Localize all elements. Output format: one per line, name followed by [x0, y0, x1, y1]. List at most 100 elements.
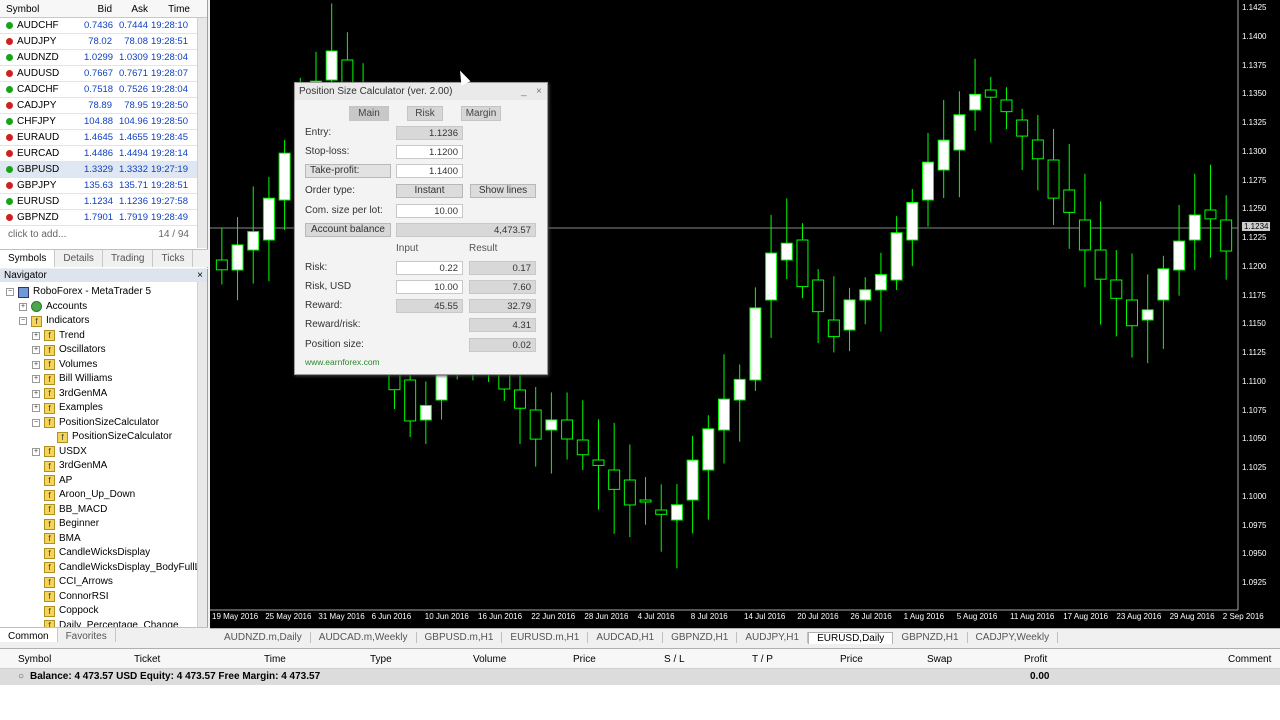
takeprofit-toggle-button[interactable]: Take-profit: [305, 164, 391, 178]
order-type-button[interactable]: Instant [396, 184, 463, 198]
account-balance-button[interactable]: Account balance [305, 223, 391, 237]
psc-tab-main[interactable]: Main [349, 106, 389, 121]
tab-favorites[interactable]: Favorites [58, 628, 116, 642]
navigator-item[interactable]: f Beginner [32, 517, 99, 531]
col-bid-header[interactable]: Bid [84, 0, 112, 17]
chart-tab[interactable]: EURUSD,Daily [808, 631, 894, 644]
col-sl[interactable]: S / L [664, 654, 685, 665]
close-icon[interactable]: × [536, 83, 542, 100]
navigator-item[interactable]: f CCI_Arrows [32, 575, 113, 589]
col-profit[interactable]: Profit [1024, 654, 1047, 665]
account-balance-field[interactable]: 4,473.57 [396, 223, 536, 237]
tab-ticks[interactable]: Ticks [153, 250, 194, 267]
market-watch-row[interactable]: EURUSD 1.1234 1.1236 19:27:58 [0, 194, 207, 210]
market-watch-row[interactable]: AUDCHF 0.7436 0.7444 19:28:10 [0, 18, 207, 34]
expand-icon[interactable]: + [19, 302, 27, 311]
psc-tab-risk[interactable]: Risk [407, 106, 443, 121]
navigator-item[interactable]: + f Oscillators [32, 343, 106, 357]
chart-tab[interactable]: AUDCAD.m,Weekly [311, 632, 417, 643]
col-comment[interactable]: Comment [1228, 654, 1271, 665]
market-watch-scrollbar[interactable] [197, 18, 207, 248]
expand-icon[interactable]: + [32, 389, 40, 398]
market-watch-row[interactable]: GBPNZD 1.7901 1.7919 19:28:49 [0, 210, 207, 226]
collapse-icon[interactable]: − [6, 288, 14, 296]
navigator-item[interactable]: f CandleWicksDisplay_BodyFullLe [32, 561, 206, 575]
navigator-item[interactable]: f Coppock [32, 604, 98, 618]
tab-details[interactable]: Details [55, 250, 103, 267]
market-watch-row[interactable]: GBPUSD 1.3329 1.3332 19:27:19 [0, 162, 207, 178]
navigator-item[interactable]: f BMA [32, 532, 81, 546]
navigator-item[interactable]: + f Examples [32, 401, 103, 415]
navigator-item[interactable]: f AP [32, 474, 72, 488]
col-volume[interactable]: Volume [473, 654, 506, 665]
expand-icon[interactable]: + [32, 404, 40, 412]
chart-tab[interactable]: AUDCAD,H1 [588, 632, 664, 643]
market-watch-row[interactable]: AUDNZD 1.0299 1.0309 19:28:04 [0, 50, 207, 66]
navigator-item[interactable]: − f PositionSizeCalculator [32, 416, 159, 430]
col-symbol[interactable]: Symbol [18, 654, 51, 665]
earnforex-link[interactable]: www.earnforex.com [305, 357, 380, 367]
stoploss-field[interactable]: 1.1200 [396, 145, 463, 159]
market-watch-row[interactable]: GBPJPY 135.63 135.71 19:28:51 [0, 178, 207, 194]
market-watch-row[interactable]: AUDJPY 78.02 78.08 19:28:51 [0, 34, 207, 50]
col-symbol-header[interactable]: Symbol [0, 0, 84, 17]
market-watch-row[interactable]: CHFJPY 104.88 104.96 19:28:50 [0, 114, 207, 130]
add-symbol-link[interactable]: click to add... [8, 229, 66, 240]
tab-symbols[interactable]: Symbols [0, 250, 56, 267]
navigator-item[interactable]: f PositionSizeCalculator [45, 430, 172, 444]
chart-tab[interactable]: AUDJPY,H1 [737, 632, 809, 643]
balance-row[interactable]: ○ Balance: 4 473.57 USD Equity: 4 473.57… [0, 669, 1280, 685]
navigator-item[interactable]: + Accounts [19, 300, 87, 314]
navigator-item[interactable]: f BB_MACD [32, 503, 107, 517]
col-ticket[interactable]: Ticket [134, 654, 160, 665]
chart-tab[interactable]: GBPUSD.m,H1 [417, 632, 503, 643]
risk-input-field[interactable]: 0.22 [396, 261, 463, 275]
col-tp[interactable]: T / P [752, 654, 773, 665]
market-watch-row[interactable]: AUDUSD 0.7667 0.7671 19:28:07 [0, 66, 207, 82]
takeprofit-field[interactable]: 1.1400 [396, 164, 463, 178]
col-swap[interactable]: Swap [927, 654, 952, 665]
entry-field[interactable]: 1.1236 [396, 126, 463, 140]
navigator-item[interactable]: − f Indicators [19, 314, 89, 328]
navigator-item[interactable]: + f USDX [32, 445, 87, 459]
market-watch-row[interactable]: EURCAD 1.4486 1.4494 19:28:14 [0, 146, 207, 162]
collapse-icon[interactable]: − [19, 317, 27, 325]
navigator-item[interactable]: + f Volumes [32, 358, 97, 372]
expand-icon[interactable]: + [32, 360, 40, 369]
chart-tab[interactable]: CADJPY,Weekly [968, 632, 1059, 643]
risk-usd-input-field[interactable]: 10.00 [396, 280, 463, 294]
navigator-item[interactable]: f Aroon_Up_Down [32, 488, 135, 502]
col-ask-header[interactable]: Ask [112, 0, 148, 17]
chart-tab[interactable]: EURUSD.m,H1 [502, 632, 589, 643]
col-time[interactable]: Time [264, 654, 286, 665]
close-icon[interactable]: × [197, 269, 203, 282]
chart-tab[interactable]: AUDNZD.m,Daily [216, 632, 311, 643]
market-watch-row[interactable]: CADCHF 0.7518 0.7526 19:28:04 [0, 82, 207, 98]
navigator-item[interactable]: + f 3rdGenMA [32, 387, 107, 401]
navigator-item[interactable]: f 3rdGenMA [32, 459, 107, 473]
collapse-icon[interactable]: − [32, 418, 40, 427]
col-time-header[interactable]: Time [148, 0, 190, 17]
navigator-item[interactable]: f CandleWicksDisplay [32, 546, 150, 560]
market-watch-row[interactable]: CADJPY 78.89 78.95 19:28:50 [0, 98, 207, 114]
navigator-item[interactable]: f ConnorRSI [32, 590, 108, 604]
col-price[interactable]: Price [573, 654, 596, 665]
expand-icon[interactable]: + [32, 331, 40, 340]
minimize-icon[interactable]: _ [521, 83, 527, 100]
expand-icon[interactable]: + [32, 447, 40, 456]
chart-tab[interactable]: GBPNZD,H1 [893, 632, 968, 643]
expand-icon[interactable]: + [32, 375, 40, 383]
chart-tab[interactable]: GBPNZD,H1 [663, 632, 738, 643]
commission-field[interactable]: 10.00 [396, 204, 463, 218]
col-price2[interactable]: Price [840, 654, 863, 665]
navigator-item[interactable]: + f Bill Williams [32, 372, 112, 386]
expand-icon[interactable]: + [32, 346, 40, 354]
navigator-item[interactable]: − RoboForex - MetaTrader 5 [6, 285, 151, 299]
show-lines-button[interactable]: Show lines [470, 184, 536, 198]
col-type[interactable]: Type [370, 654, 392, 665]
navigator-scrollbar[interactable] [197, 282, 207, 627]
market-watch-row[interactable]: EURAUD 1.4645 1.4655 19:28:45 [0, 130, 207, 146]
tab-trading[interactable]: Trading [103, 250, 154, 267]
psc-tab-margin[interactable]: Margin [461, 106, 501, 121]
tab-common[interactable]: Common [0, 628, 58, 642]
